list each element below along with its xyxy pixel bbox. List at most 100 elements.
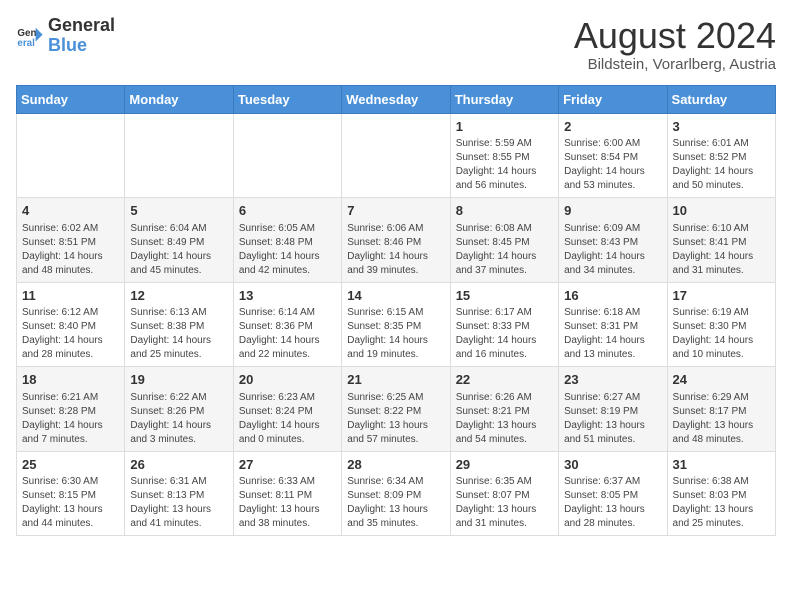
calendar-week-1: 1Sunrise: 5:59 AM Sunset: 8:55 PM Daylig…	[17, 113, 776, 198]
day-number: 23	[564, 371, 661, 389]
day-number: 20	[239, 371, 336, 389]
day-info: Sunrise: 6:06 AM Sunset: 8:46 PM Dayligh…	[347, 222, 444, 278]
day-info: Sunrise: 6:23 AM Sunset: 8:24 PM Dayligh…	[239, 391, 336, 447]
day-number: 1	[456, 118, 553, 136]
calendar-cell: 15Sunrise: 6:17 AM Sunset: 8:33 PM Dayli…	[450, 282, 558, 367]
calendar-cell: 16Sunrise: 6:18 AM Sunset: 8:31 PM Dayli…	[559, 282, 667, 367]
calendar-cell: 2Sunrise: 6:00 AM Sunset: 8:54 PM Daylig…	[559, 113, 667, 198]
day-number: 11	[22, 287, 119, 305]
day-number: 15	[456, 287, 553, 305]
calendar-table: SundayMondayTuesdayWednesdayThursdayFrid…	[16, 85, 776, 537]
day-number: 17	[673, 287, 770, 305]
day-info: Sunrise: 6:22 AM Sunset: 8:26 PM Dayligh…	[130, 391, 227, 447]
calendar-cell: 11Sunrise: 6:12 AM Sunset: 8:40 PM Dayli…	[17, 282, 125, 367]
day-info: Sunrise: 6:09 AM Sunset: 8:43 PM Dayligh…	[564, 222, 661, 278]
day-info: Sunrise: 6:30 AM Sunset: 8:15 PM Dayligh…	[22, 475, 119, 531]
weekday-header-friday: Friday	[559, 85, 667, 113]
day-info: Sunrise: 6:17 AM Sunset: 8:33 PM Dayligh…	[456, 306, 553, 362]
day-number: 29	[456, 456, 553, 474]
logo: Gen eral General Blue	[16, 16, 115, 56]
day-info: Sunrise: 6:08 AM Sunset: 8:45 PM Dayligh…	[456, 222, 553, 278]
day-info: Sunrise: 6:27 AM Sunset: 8:19 PM Dayligh…	[564, 391, 661, 447]
day-info: Sunrise: 6:18 AM Sunset: 8:31 PM Dayligh…	[564, 306, 661, 362]
svg-text:eral: eral	[17, 38, 35, 49]
day-number: 4	[22, 202, 119, 220]
weekday-header-thursday: Thursday	[450, 85, 558, 113]
calendar-cell: 1Sunrise: 5:59 AM Sunset: 8:55 PM Daylig…	[450, 113, 558, 198]
calendar-cell: 10 Sunrise: 6:10 AM Sunset: 8:41 PM Dayli…	[667, 198, 775, 283]
calendar-cell: 31Sunrise: 6:38 AM Sunset: 8:03 PM Dayli…	[667, 451, 775, 536]
calendar-cell: 28Sunrise: 6:34 AM Sunset: 8:09 PM Dayli…	[342, 451, 450, 536]
calendar-cell: 19Sunrise: 6:22 AM Sunset: 8:26 PM Dayli…	[125, 367, 233, 452]
day-info: Sunrise: 6:14 AM Sunset: 8:36 PM Dayligh…	[239, 306, 336, 362]
day-number: 7	[347, 202, 444, 220]
day-number: 6	[239, 202, 336, 220]
main-title: August 2024	[574, 16, 776, 56]
calendar-cell: 25Sunrise: 6:30 AM Sunset: 8:15 PM Dayli…	[17, 451, 125, 536]
calendar-week-5: 25Sunrise: 6:30 AM Sunset: 8:15 PM Dayli…	[17, 451, 776, 536]
calendar-cell: 17Sunrise: 6:19 AM Sunset: 8:30 PM Dayli…	[667, 282, 775, 367]
day-number: 27	[239, 456, 336, 474]
calendar-week-3: 11Sunrise: 6:12 AM Sunset: 8:40 PM Dayli…	[17, 282, 776, 367]
page-header: Gen eral General Blue August 2024 Bildst…	[16, 16, 776, 73]
day-info: Sunrise: 6:38 AM Sunset: 8:03 PM Dayligh…	[673, 475, 770, 531]
day-info: Sunrise: 6:25 AM Sunset: 8:22 PM Dayligh…	[347, 391, 444, 447]
day-info: Sunrise: 6:01 AM Sunset: 8:52 PM Dayligh…	[673, 137, 770, 193]
day-number: 24	[673, 371, 770, 389]
day-info: Sunrise: 6:34 AM Sunset: 8:09 PM Dayligh…	[347, 475, 444, 531]
day-info: Sunrise: 5:59 AM Sunset: 8:55 PM Dayligh…	[456, 137, 553, 193]
day-info: Sunrise: 6:29 AM Sunset: 8:17 PM Dayligh…	[673, 391, 770, 447]
day-info: Sunrise: 6:00 AM Sunset: 8:54 PM Dayligh…	[564, 137, 661, 193]
day-info: Sunrise: 6:13 AM Sunset: 8:38 PM Dayligh…	[130, 306, 227, 362]
day-info: Sunrise: 6:12 AM Sunset: 8:40 PM Dayligh…	[22, 306, 119, 362]
calendar-cell: 20 Sunrise: 6:23 AM Sunset: 8:24 PM Dayli…	[233, 367, 341, 452]
calendar-cell: 18Sunrise: 6:21 AM Sunset: 8:28 PM Dayli…	[17, 367, 125, 452]
calendar-cell: 5 Sunrise: 6:04 AM Sunset: 8:49 PM Daylig…	[125, 198, 233, 283]
day-number: 5	[130, 202, 227, 220]
calendar-cell: 6Sunrise: 6:05 AM Sunset: 8:48 PM Daylig…	[233, 198, 341, 283]
calendar-cell: 21 Sunrise: 6:25 AM Sunset: 8:22 PM Dayli…	[342, 367, 450, 452]
calendar-cell	[17, 113, 125, 198]
day-info: Sunrise: 6:21 AM Sunset: 8:28 PM Dayligh…	[22, 391, 119, 447]
day-number: 30	[564, 456, 661, 474]
day-number: 14	[347, 287, 444, 305]
logo-blue-text: Blue	[48, 36, 115, 56]
day-number: 3	[673, 118, 770, 136]
day-number: 2	[564, 118, 661, 136]
calendar-cell: 12Sunrise: 6:13 AM Sunset: 8:38 PM Dayli…	[125, 282, 233, 367]
calendar-cell: 13Sunrise: 6:14 AM Sunset: 8:36 PM Dayli…	[233, 282, 341, 367]
day-info: Sunrise: 6:26 AM Sunset: 8:21 PM Dayligh…	[456, 391, 553, 447]
day-info: Sunrise: 6:04 AM Sunset: 8:49 PM Dayligh…	[130, 222, 227, 278]
logo-general-text: General	[48, 16, 115, 36]
day-number: 25	[22, 456, 119, 474]
calendar-cell: 22Sunrise: 6:26 AM Sunset: 8:21 PM Dayli…	[450, 367, 558, 452]
day-info: Sunrise: 6:10 AM Sunset: 8:41 PM Dayligh…	[673, 222, 770, 278]
weekday-header-wednesday: Wednesday	[342, 85, 450, 113]
day-number: 10	[673, 202, 770, 220]
calendar-cell: 24 Sunrise: 6:29 AM Sunset: 8:17 PM Dayli…	[667, 367, 775, 452]
calendar-week-4: 18Sunrise: 6:21 AM Sunset: 8:28 PM Dayli…	[17, 367, 776, 452]
weekday-header-monday: Monday	[125, 85, 233, 113]
weekday-header-sunday: Sunday	[17, 85, 125, 113]
day-number: 28	[347, 456, 444, 474]
calendar-body: 1Sunrise: 5:59 AM Sunset: 8:55 PM Daylig…	[17, 113, 776, 536]
day-info: Sunrise: 6:35 AM Sunset: 8:07 PM Dayligh…	[456, 475, 553, 531]
calendar-cell: 3Sunrise: 6:01 AM Sunset: 8:52 PM Daylig…	[667, 113, 775, 198]
weekday-header-row: SundayMondayTuesdayWednesdayThursdayFrid…	[17, 85, 776, 113]
day-info: Sunrise: 6:19 AM Sunset: 8:30 PM Dayligh…	[673, 306, 770, 362]
calendar-cell: 4 Sunrise: 6:02 AM Sunset: 8:51 PM Daylig…	[17, 198, 125, 283]
calendar-cell: 26Sunrise: 6:31 AM Sunset: 8:13 PM Dayli…	[125, 451, 233, 536]
logo-icon: Gen eral	[16, 22, 44, 50]
calendar-cell	[233, 113, 341, 198]
weekday-header-tuesday: Tuesday	[233, 85, 341, 113]
day-info: Sunrise: 6:02 AM Sunset: 8:51 PM Dayligh…	[22, 222, 119, 278]
day-number: 13	[239, 287, 336, 305]
calendar-cell: 7 Sunrise: 6:06 AM Sunset: 8:46 PM Daylig…	[342, 198, 450, 283]
calendar-cell	[125, 113, 233, 198]
day-number: 21	[347, 371, 444, 389]
weekday-header-saturday: Saturday	[667, 85, 775, 113]
calendar-cell: 30Sunrise: 6:37 AM Sunset: 8:05 PM Dayli…	[559, 451, 667, 536]
day-info: Sunrise: 6:37 AM Sunset: 8:05 PM Dayligh…	[564, 475, 661, 531]
calendar-cell: 8 Sunrise: 6:08 AM Sunset: 8:45 PM Daylig…	[450, 198, 558, 283]
day-number: 8	[456, 202, 553, 220]
